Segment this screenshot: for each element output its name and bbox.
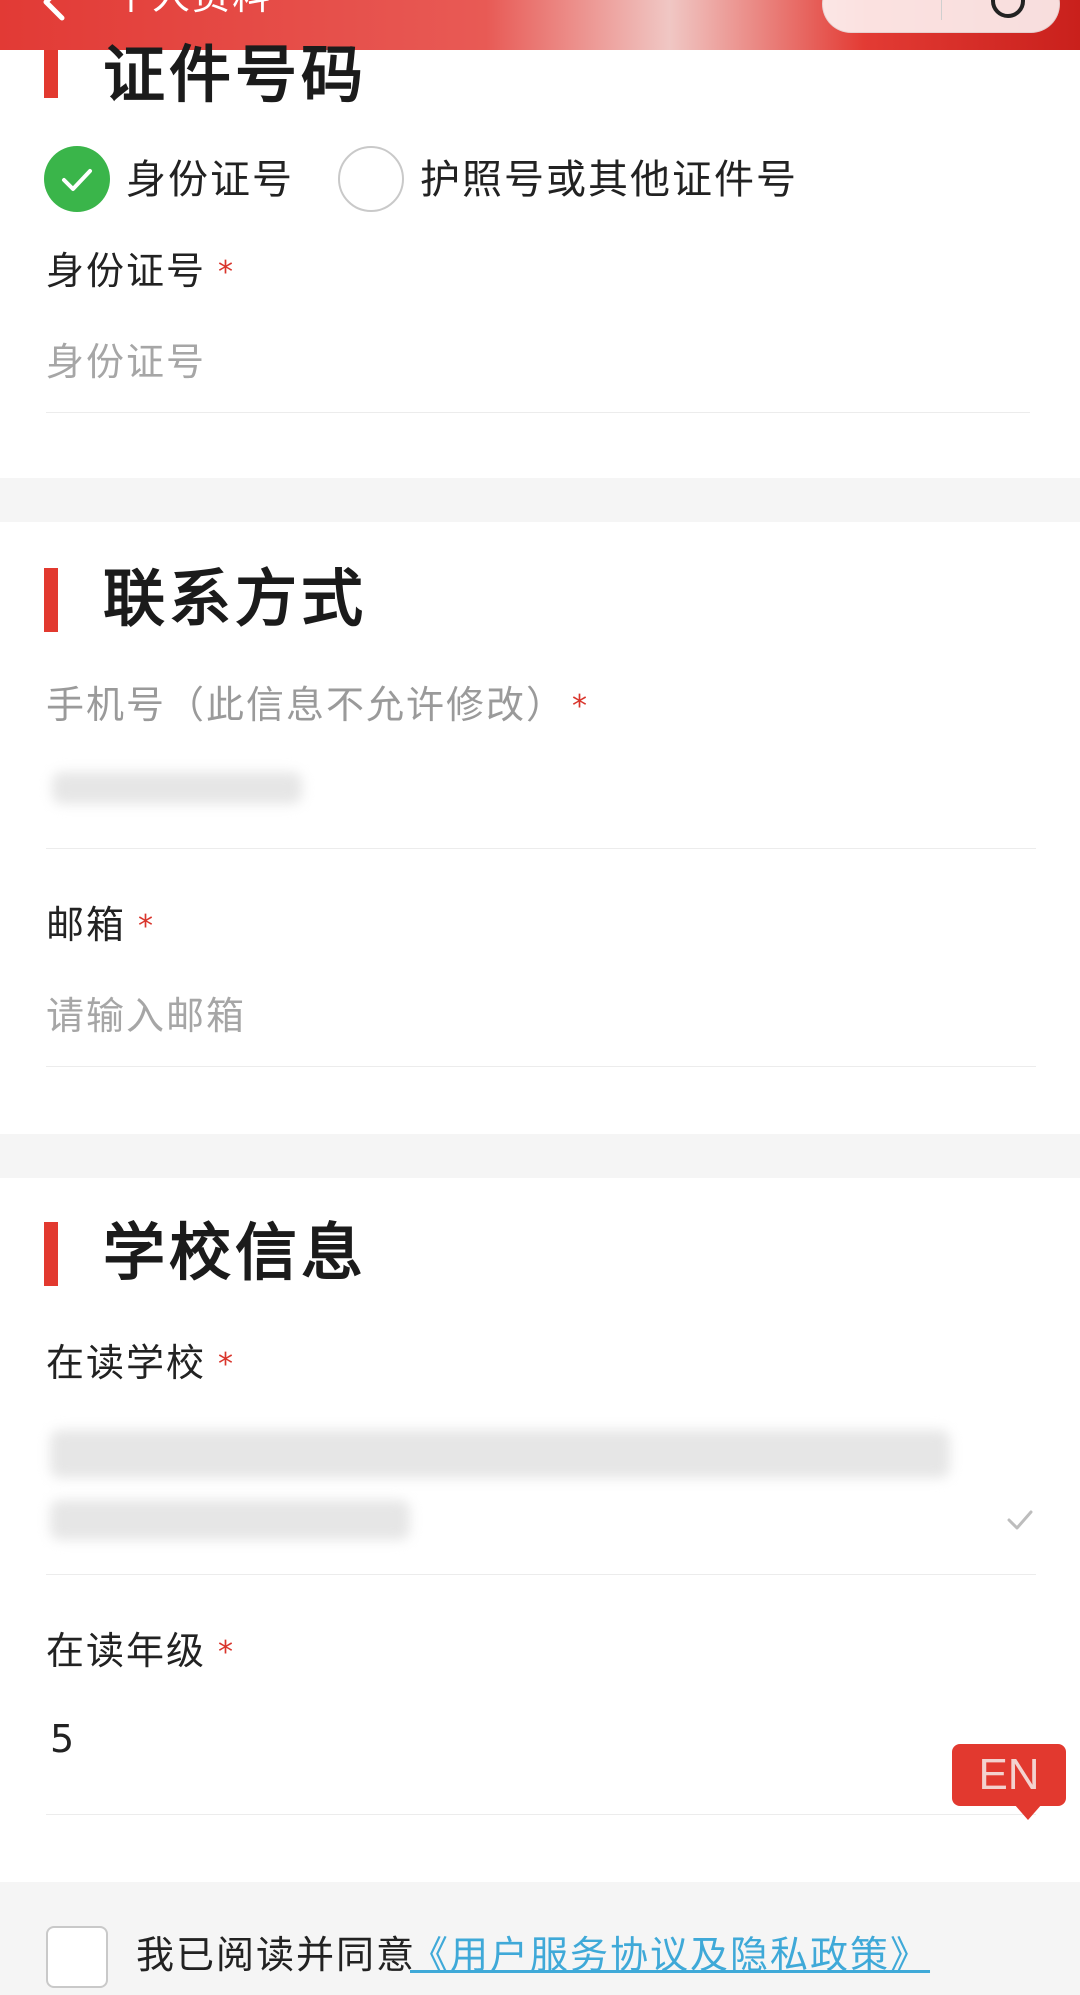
grade-label: 在读年级 <box>46 1629 207 1673</box>
mini-program-capsule[interactable] <box>822 0 1060 33</box>
check-icon <box>62 169 92 191</box>
page-title: 个人资料 <box>112 0 272 16</box>
radio-id-card-checked[interactable] <box>44 146 110 212</box>
required-mark: * <box>218 1347 233 1382</box>
section-separator <box>0 1134 1080 1178</box>
dropdown-check-icon <box>1007 1510 1033 1530</box>
agreement-checkbox[interactable] <box>46 1926 108 1988</box>
language-toggle-button[interactable]: EN <box>952 1744 1066 1820</box>
agreement-text: 我已阅读并同意 <box>136 1933 417 1977</box>
section-accent-bar <box>44 1222 58 1286</box>
section-accent-bar <box>44 568 58 632</box>
required-mark: * <box>572 689 587 724</box>
section-separator <box>0 478 1080 522</box>
school-value-blurred-line1 <box>50 1430 950 1478</box>
section-title-contact: 联系方式 <box>103 562 368 635</box>
close-miniprogram-icon[interactable] <box>991 0 1025 18</box>
section-title-school: 学校信息 <box>103 1216 368 1289</box>
id-number-label: 身份证号 <box>46 249 207 293</box>
school-label: 在读学校 <box>46 1341 207 1385</box>
id-number-input[interactable] <box>46 340 1026 384</box>
radio-label-passport[interactable]: 护照号或其他证件号 <box>420 160 798 200</box>
agreement-link[interactable]: 《用户服务协议及隐私政策》 <box>410 1936 930 1974</box>
field-divider <box>46 848 1036 849</box>
required-mark: * <box>218 255 233 290</box>
school-value-blurred-line2 <box>50 1500 410 1540</box>
section-title-id: 证件号码 <box>103 38 368 111</box>
field-divider <box>46 1066 1036 1067</box>
section-accent-bar <box>44 50 58 98</box>
radio-passport[interactable] <box>338 146 404 212</box>
radio-label-id-card[interactable]: 身份证号 <box>126 160 294 200</box>
phone-value-blurred <box>52 772 302 804</box>
field-divider <box>46 412 1030 413</box>
phone-label: 手机号（此信息不允许修改） <box>46 683 567 727</box>
field-divider <box>46 1574 1036 1575</box>
required-mark: * <box>138 909 153 944</box>
email-label: 邮箱 <box>46 903 127 947</box>
grade-value[interactable]: 5 <box>50 1720 76 1758</box>
field-divider <box>46 1814 1036 1815</box>
back-arrow-icon[interactable] <box>34 0 74 22</box>
capsule-divider <box>941 0 942 20</box>
required-mark: * <box>218 1635 233 1670</box>
email-input[interactable] <box>46 994 1026 1038</box>
